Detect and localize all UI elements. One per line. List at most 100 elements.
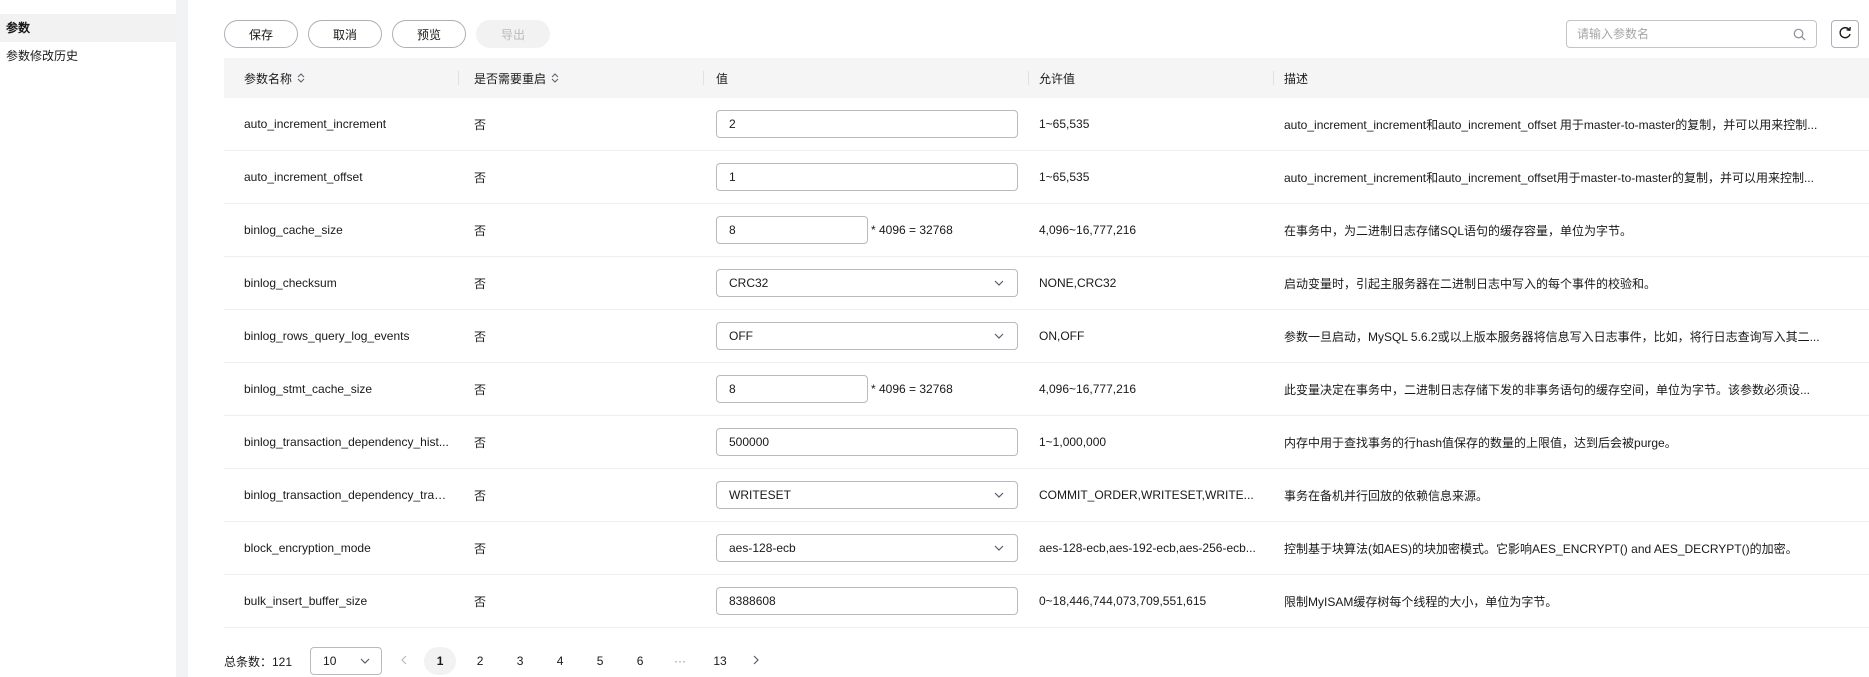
description: 参数一旦启动，MySQL 5.6.2或以上版本服务器将信息写入日志事件，比如，将… [1284,329,1820,344]
table-row: bulk_insert_buffer_size 否 0~18,446,744,0… [224,575,1869,628]
next-page-button[interactable] [748,647,764,675]
value-input[interactable] [716,428,1018,456]
param-name: binlog_transaction_dependency_trac... [244,488,449,502]
page-button-1[interactable]: 1 [424,647,457,675]
col-header-name-label: 参数名称 [244,71,293,86]
param-name: auto_increment_increment [244,117,387,131]
value-cell: WRITESET [704,481,1029,509]
param-name: binlog_checksum [244,276,337,290]
col-header-restart-label: 是否需要重启 [474,71,547,86]
allowed-values: 0~18,446,744,073,709,551,615 [1039,594,1207,608]
total-count: 总条数：121 [224,654,293,669]
search-input[interactable] [1577,27,1792,41]
page-size-select[interactable]: 10 [310,647,383,675]
value-select-text: WRITESET [729,488,791,502]
col-header-allowed-label: 允许值 [1039,71,1076,86]
page-size-value: 10 [323,654,337,668]
chevron-left-icon [399,654,409,669]
page-button-13[interactable]: 13 [704,647,736,675]
sort-icon[interactable] [296,72,306,84]
prev-page-button[interactable] [396,647,412,675]
param-name: binlog_cache_size [244,223,343,237]
restart-required: 否 [474,117,487,132]
refresh-icon [1838,26,1852,43]
save-button[interactable]: 保存 [224,20,298,48]
search-icon[interactable] [1792,27,1806,41]
page-button-2[interactable]: 2 [464,647,496,675]
chevron-down-icon [993,277,1005,289]
value-cell [704,428,1029,456]
sort-icon[interactable] [550,72,560,84]
value-input[interactable] [716,216,868,244]
restart-required: 否 [474,170,487,185]
description: 内存中用于查找事务的行hash值保存的数量的上限值，达到后会被purge。 [1284,435,1677,450]
sidebar-item-params[interactable]: 参数 [0,14,176,42]
allowed-values: COMMIT_ORDER,WRITESET,WRITE... [1039,488,1254,502]
restart-required: 否 [474,541,487,556]
col-header-value-label: 值 [716,71,729,86]
chevron-down-icon [993,330,1005,342]
description: 限制MyISAM缓存树每个线程的大小，单位为字节。 [1284,594,1558,609]
refresh-button[interactable] [1831,20,1859,48]
toolbar: 保存 取消 预览 导出 [224,20,550,48]
restart-required: 否 [474,488,487,503]
sidebar-item-param-history[interactable]: 参数修改历史 [0,42,176,70]
restart-required: 否 [474,329,487,344]
table-row: auto_increment_increment 否 1~65,535 auto… [224,98,1869,151]
table-row: binlog_rows_query_log_events 否 OFF ON,OF… [224,310,1869,363]
value-cell [704,587,1029,615]
params-table: 参数名称 是否需要重启 值 允许值 描述 auto_increment_incr… [224,58,1869,628]
col-header-desc: 描述 [1274,58,1869,98]
table-row: binlog_transaction_dependency_trac... 否 … [224,469,1869,522]
allowed-values: 4,096~16,777,216 [1039,223,1137,237]
value-cell: CRC32 [704,269,1029,297]
main-content: 保存 取消 预览 导出 参数名称 是否需要重启 值 [188,0,1869,677]
value-select[interactable]: OFF [716,322,1018,350]
value-select-text: aes-128-ecb [729,541,796,555]
page-button-6[interactable]: 6 [624,647,656,675]
description: 事务在备机并行回放的依赖信息来源。 [1284,488,1489,503]
table-row: binlog_cache_size 否 * 4096 = 32768 4,096… [224,204,1869,257]
description: auto_increment_increment和auto_increment_… [1284,117,1818,132]
col-header-restart: 是否需要重启 [459,58,704,98]
table-row: binlog_stmt_cache_size 否 * 4096 = 32768 … [224,363,1869,416]
col-header-value: 值 [704,58,1029,98]
col-header-desc-label: 描述 [1284,71,1309,86]
sidebar: 参数 参数修改历史 [0,0,176,677]
page-button-3[interactable]: 3 [504,647,536,675]
page-ellipsis[interactable]: ··· [664,647,696,675]
description: 此变量决定在事务中，二进制日志存储下发的非事务语句的缓存空间，单位为字节。该参数… [1284,382,1811,397]
value-input[interactable] [716,375,868,403]
value-cell: * 4096 = 32768 [704,216,1029,244]
search-box [1566,20,1817,48]
export-button[interactable]: 导出 [476,20,550,48]
restart-required: 否 [474,276,487,291]
page-button-4[interactable]: 4 [544,647,576,675]
col-header-allowed: 允许值 [1029,58,1274,98]
description: 在事务中，为二进制日志存储SQL语句的缓存容量，单位为字节。 [1284,223,1633,238]
value-cell: * 4096 = 32768 [704,375,1029,403]
value-input[interactable] [716,163,1018,191]
table-row: block_encryption_mode 否 aes-128-ecb aes-… [224,522,1869,575]
restart-required: 否 [474,382,487,397]
value-select[interactable]: CRC32 [716,269,1018,297]
restart-required: 否 [474,435,487,450]
param-name: block_encryption_mode [244,541,371,555]
value-cell: OFF [704,322,1029,350]
cancel-button[interactable]: 取消 [308,20,382,48]
value-select-text: OFF [729,329,753,343]
value-cell: aes-128-ecb [704,534,1029,562]
preview-button[interactable]: 预览 [392,20,466,48]
allowed-values: 1~1,000,000 [1039,435,1107,449]
page-button-5[interactable]: 5 [584,647,616,675]
value-calculation: * 4096 = 32768 [871,223,953,237]
table-row: auto_increment_offset 否 1~65,535 auto_in… [224,151,1869,204]
allowed-values: NONE,CRC32 [1039,276,1117,290]
restart-required: 否 [474,594,487,609]
value-select[interactable]: WRITESET [716,481,1018,509]
chevron-right-icon [751,654,761,669]
value-input[interactable] [716,587,1018,615]
description: 控制基于块算法(如AES)的块加密模式。它影响AES_ENCRYPT() and… [1284,541,1798,556]
value-input[interactable] [716,110,1018,138]
value-select[interactable]: aes-128-ecb [716,534,1018,562]
